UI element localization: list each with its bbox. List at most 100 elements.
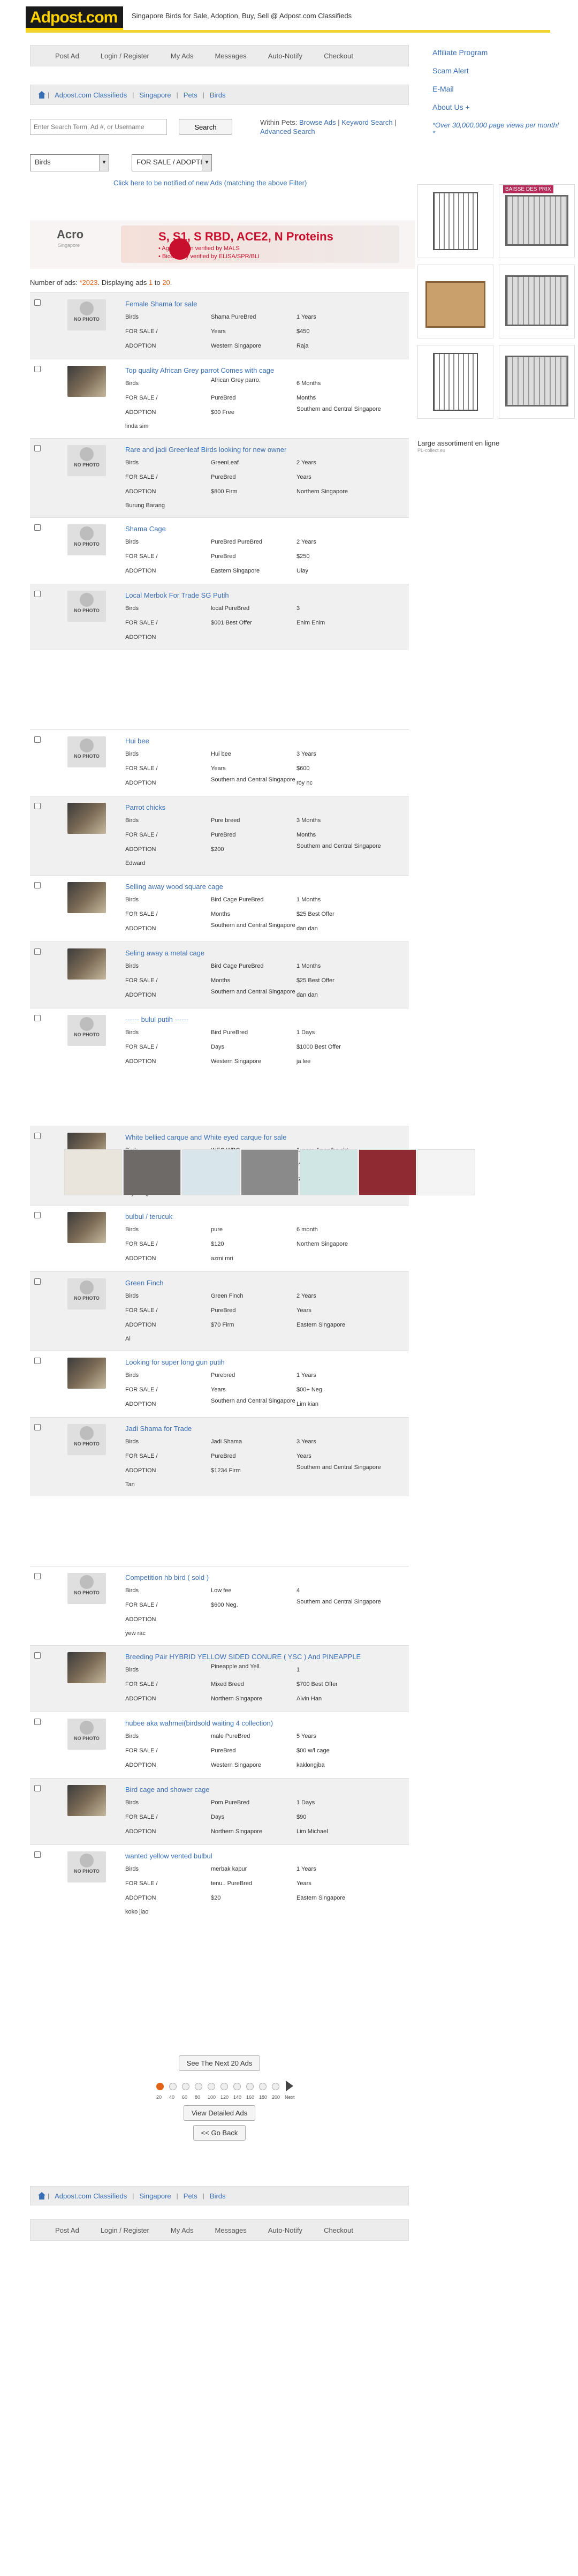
listing-title[interactable]: Breeding Pair HYBRID YELLOW SIDED CONURE…	[125, 1651, 409, 1663]
listing-photo[interactable]	[67, 366, 106, 397]
breadcrumb-pets[interactable]: Pets	[180, 2192, 201, 2200]
page-dot[interactable]	[195, 2083, 202, 2090]
listing-title[interactable]: Hui bee	[125, 735, 409, 747]
nav-auto-notify[interactable]: Auto-Notify	[257, 2226, 313, 2234]
no-photo-placeholder[interactable]: NO PHOTO	[67, 1851, 106, 1882]
listing-photo[interactable]	[67, 882, 106, 913]
breadcrumb-birds[interactable]: Birds	[207, 91, 229, 99]
listing-checkbox[interactable]	[34, 882, 41, 888]
browse-ads-link[interactable]: Browse Ads	[299, 118, 336, 126]
listing-row[interactable]: NO PHOTO Hui bee Birds Hui bee 3 Years FOR SA…	[30, 729, 409, 796]
listing-checkbox[interactable]	[34, 1424, 41, 1430]
page-dot[interactable]	[208, 2083, 215, 2090]
listing-checkbox[interactable]	[34, 1358, 41, 1364]
listing-row[interactable]: NO PHOTO Local Merbok For Trade SG Putih B…	[30, 584, 409, 650]
nav-messages[interactable]: Messages	[204, 2226, 257, 2234]
listing-row[interactable]: bulbul / terucuk Birds pure 6 month FOR SALE…	[30, 1205, 409, 1271]
page-views-note[interactable]: *Over 30,000,000 page views per month! *	[432, 121, 561, 137]
home-icon[interactable]	[38, 91, 45, 99]
no-photo-placeholder[interactable]: NO PHOTO	[67, 591, 106, 622]
listing-title[interactable]: Rare and jadi Greenleaf Birds looking fo…	[125, 444, 409, 456]
search-button[interactable]: Search	[179, 119, 232, 135]
page-label[interactable]: 120	[220, 2095, 229, 2100]
listing-title[interactable]: Looking for super long gun putih	[125, 1357, 409, 1368]
page-label[interactable]: 160	[246, 2095, 254, 2100]
listing-checkbox[interactable]	[34, 1278, 41, 1285]
page-dot-current[interactable]	[156, 2083, 164, 2090]
page-label[interactable]: 200	[272, 2095, 280, 2100]
listing-checkbox[interactable]	[34, 445, 41, 451]
link-email[interactable]: E-Mail	[432, 85, 561, 93]
page-dot[interactable]	[169, 2083, 177, 2090]
listing-checkbox[interactable]	[34, 524, 41, 531]
side-ad[interactable]: BAISSE DES PRIX Large assortiment en lig…	[417, 184, 577, 479]
listing-row[interactable]: NO PHOTO Female Shama for sale Birds Shama …	[30, 292, 409, 359]
next-20-ads-button[interactable]: See The Next 20 Ads	[178, 2055, 261, 2071]
banner-ad[interactable]: Acro Singapore S, S1, S RBD, ACE2, N Pro…	[30, 221, 415, 269]
link-scam-alert[interactable]: Scam Alert	[432, 66, 561, 75]
nav-checkout[interactable]: Checkout	[313, 2226, 364, 2234]
nav-post-ad[interactable]: Post Ad	[44, 2226, 90, 2234]
keyword-search-link[interactable]: Keyword Search	[341, 118, 392, 126]
page-dot[interactable]	[259, 2083, 267, 2090]
no-photo-placeholder[interactable]: NO PHOTO	[67, 299, 106, 330]
next-arrow-icon[interactable]	[286, 2081, 293, 2091]
listing-title[interactable]: Top quality African Grey parrot Comes wi…	[125, 365, 409, 376]
listing-title[interactable]: bulbul / terucuk	[125, 1211, 409, 1223]
page-dot[interactable]	[220, 2083, 228, 2090]
no-photo-placeholder[interactable]: NO PHOTO	[67, 1573, 106, 1604]
listing-row[interactable]: Looking for super long gun putih Birds Pur…	[30, 1351, 409, 1417]
breadcrumb-singapore[interactable]: Singapore	[136, 91, 174, 99]
listing-photo[interactable]	[67, 1212, 106, 1243]
nav-messages[interactable]: Messages	[204, 52, 257, 60]
listing-photo[interactable]	[67, 803, 106, 834]
listing-row[interactable]: Seling away a metal cage Birds Bird Cage P…	[30, 941, 409, 1008]
advanced-search-link[interactable]: Advanced Search	[260, 127, 315, 135]
no-photo-placeholder[interactable]: NO PHOTO	[67, 1278, 106, 1309]
listing-checkbox[interactable]	[34, 1573, 41, 1579]
page-dot[interactable]	[246, 2083, 254, 2090]
breadcrumb-classifieds[interactable]: Adpost.com Classifieds	[51, 91, 130, 99]
listing-row[interactable]: NO PHOTO hubee aka wahmei(birdsold waitin…	[30, 1712, 409, 1778]
page-label[interactable]: 40	[169, 2095, 174, 2100]
listing-checkbox[interactable]	[34, 1785, 41, 1791]
link-affiliate-program[interactable]: Affiliate Program	[432, 48, 561, 57]
nav-auto-notify[interactable]: Auto-Notify	[257, 52, 313, 60]
listing-title[interactable]: hubee aka wahmei(birdsold waiting 4 coll…	[125, 1718, 409, 1729]
listing-title[interactable]: Parrot chicks	[125, 802, 409, 814]
product-ad-strip[interactable]	[64, 1147, 482, 1197]
listing-row[interactable]: NO PHOTO Rare and jadi Greenleaf Birds lo…	[30, 438, 409, 517]
listing-title[interactable]: Selling away wood square cage	[125, 881, 409, 893]
listing-checkbox[interactable]	[34, 299, 41, 306]
listing-title[interactable]: ------ bulul putih ------	[125, 1014, 409, 1026]
page-dot[interactable]	[182, 2083, 189, 2090]
search-input[interactable]	[30, 119, 167, 135]
no-photo-placeholder[interactable]: NO PHOTO	[67, 1424, 106, 1455]
listing-title[interactable]: Local Merbok For Trade SG Putih	[125, 590, 409, 601]
listing-title[interactable]: Female Shama for sale	[125, 298, 409, 310]
listing-row[interactable]: Top quality African Grey parrot Comes wi…	[30, 359, 409, 438]
breadcrumb-singapore[interactable]: Singapore	[136, 2192, 174, 2200]
listing-title[interactable]: Seling away a metal cage	[125, 947, 409, 959]
page-label[interactable]: 20	[156, 2095, 162, 2100]
breadcrumb-birds[interactable]: Birds	[207, 2192, 229, 2200]
listing-checkbox[interactable]	[34, 736, 41, 743]
page-dot[interactable]	[272, 2083, 279, 2090]
nav-my-ads[interactable]: My Ads	[160, 2226, 204, 2234]
listing-title[interactable]: Jadi Shama for Trade	[125, 1423, 409, 1435]
listing-row[interactable]: Breeding Pair HYBRID YELLOW SIDED CONURE…	[30, 1645, 409, 1712]
no-photo-placeholder[interactable]: NO PHOTO	[67, 1719, 106, 1750]
listing-photo[interactable]	[67, 1358, 106, 1389]
page-dot[interactable]	[233, 2083, 241, 2090]
listing-row[interactable]: NO PHOTO wanted yellow vented bulbul Birds…	[30, 1844, 409, 1924]
listing-checkbox[interactable]	[34, 366, 41, 372]
no-photo-placeholder[interactable]: NO PHOTO	[67, 1015, 106, 1046]
listing-row[interactable]: NO PHOTO Competition hb bird ( sold ) Bird…	[30, 1566, 409, 1645]
no-photo-placeholder[interactable]: NO PHOTO	[67, 445, 106, 476]
listing-checkbox[interactable]	[34, 803, 41, 809]
nav-login-register[interactable]: Login / Register	[90, 52, 160, 60]
listing-title[interactable]: Bird cage and shower cage	[125, 1784, 409, 1796]
listing-row[interactable]: NO PHOTO ------ bulul putih ------ Birds Bi…	[30, 1008, 409, 1074]
go-back-button[interactable]: << Go Back	[193, 2125, 246, 2141]
listing-checkbox[interactable]	[34, 1851, 41, 1858]
